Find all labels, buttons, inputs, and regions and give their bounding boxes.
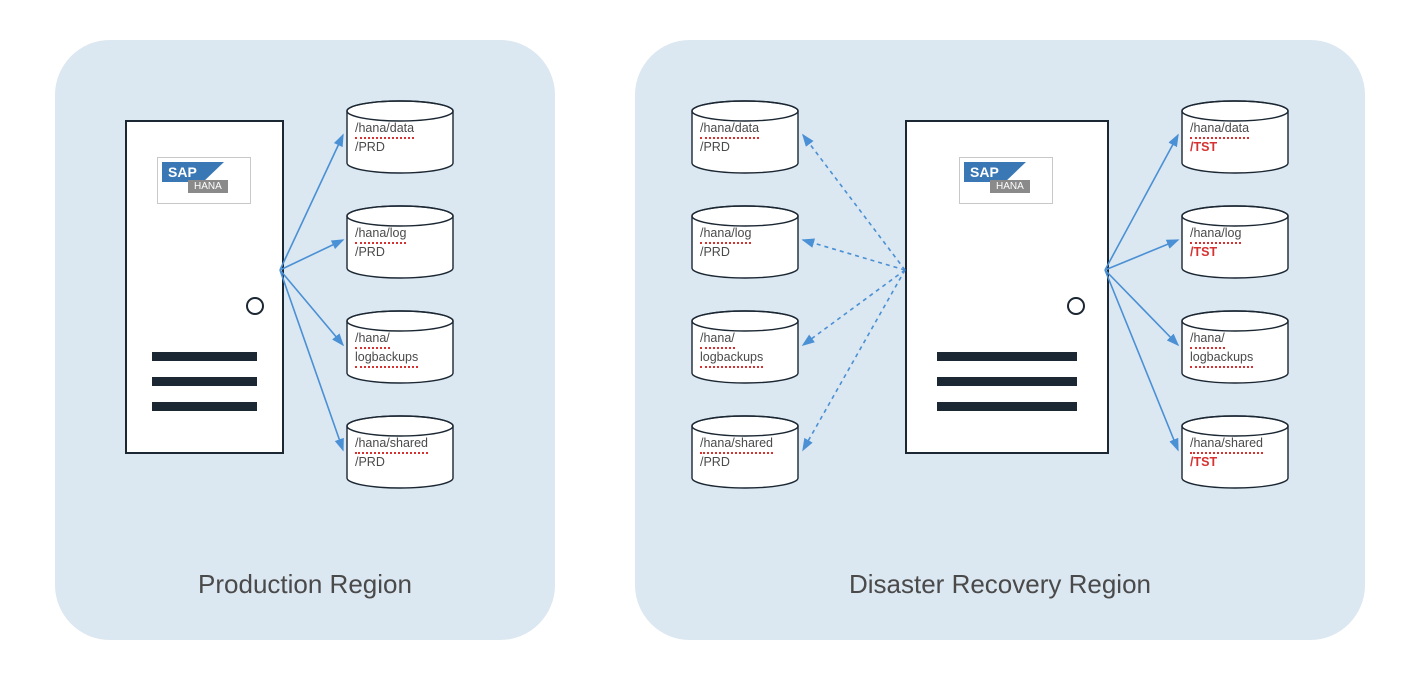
dr-right-cyl-logbackups: /hana/logbackups bbox=[1180, 310, 1290, 385]
prod-cyl-shared: /hana/shared/PRD bbox=[345, 415, 455, 490]
server-vent-icon bbox=[152, 377, 257, 386]
sap-hana-logo: SAP HANA bbox=[959, 157, 1053, 204]
dr-left-cyl-shared: /hana/shared/PRD bbox=[690, 415, 800, 490]
prod-cyl-log: /hana/log/PRD bbox=[345, 205, 455, 280]
dr-right-cyl-data: /hana/data/TST bbox=[1180, 100, 1290, 175]
server-vent-icon bbox=[152, 352, 257, 361]
hana-text: HANA bbox=[990, 180, 1030, 193]
dr-left-cyl-log: /hana/log/PRD bbox=[690, 205, 800, 280]
server-handle-icon bbox=[246, 297, 264, 315]
server-handle-icon bbox=[1067, 297, 1085, 315]
dr-region: /hana/data/PRD /hana/log/PRD /hana/logba… bbox=[635, 40, 1365, 640]
dr-region-title: Disaster Recovery Region bbox=[635, 569, 1365, 600]
prod-server: SAP HANA bbox=[125, 120, 284, 454]
dr-left-cyl-data: /hana/data/PRD bbox=[690, 100, 800, 175]
production-region: SAP HANA /hana/data/PRD /hana/log/PRD /h… bbox=[55, 40, 555, 640]
dr-right-cyl-shared: /hana/shared/TST bbox=[1180, 415, 1290, 490]
dr-server: SAP HANA bbox=[905, 120, 1109, 454]
dr-right-cyl-log: /hana/log/TST bbox=[1180, 205, 1290, 280]
prod-cyl-logbackups: /hana/logbackups bbox=[345, 310, 455, 385]
sap-text: SAP bbox=[964, 162, 1005, 182]
server-vent-icon bbox=[937, 377, 1077, 386]
server-vent-icon bbox=[152, 402, 257, 411]
hana-text: HANA bbox=[188, 180, 228, 193]
server-vent-icon bbox=[937, 352, 1077, 361]
sap-hana-logo: SAP HANA bbox=[157, 157, 251, 204]
prod-region-title: Production Region bbox=[55, 569, 555, 600]
dr-left-cyl-logbackups: /hana/logbackups bbox=[690, 310, 800, 385]
sap-text: SAP bbox=[162, 162, 203, 182]
prod-cyl-data: /hana/data/PRD bbox=[345, 100, 455, 175]
server-vent-icon bbox=[937, 402, 1077, 411]
